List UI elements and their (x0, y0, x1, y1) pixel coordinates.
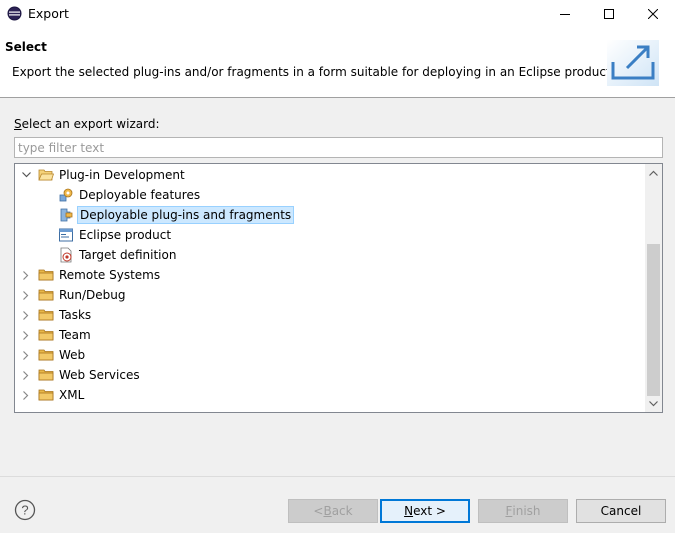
tree-item[interactable]: Deployable features (15, 185, 645, 205)
chevron-right-icon[interactable] (21, 330, 31, 340)
cancel-button[interactable]: Cancel (576, 499, 666, 523)
folder-icon (38, 367, 54, 383)
minimize-icon (560, 14, 570, 15)
title-bar: Export (0, 0, 675, 28)
chevron-right-icon[interactable] (21, 370, 31, 380)
window-title: Export (28, 6, 69, 21)
tree-item-label: Web Services (59, 368, 140, 382)
tree-item[interactable]: Run/Debug (15, 285, 645, 305)
finish-button[interactable]: Finish (478, 499, 568, 523)
plugin-icon (58, 207, 74, 223)
chevron-right-icon[interactable] (21, 290, 31, 300)
eclipse-app-icon (7, 6, 22, 21)
tree-item-label: Run/Debug (59, 288, 126, 302)
tree-item[interactable]: Team (15, 325, 645, 345)
filter-input[interactable] (14, 137, 663, 158)
chevron-right-icon[interactable] (21, 350, 31, 360)
tree-item-label: Web (59, 348, 86, 362)
tree-item[interactable]: XML (15, 385, 645, 405)
scroll-thumb[interactable] (647, 244, 660, 396)
back-button[interactable]: < Back (288, 499, 378, 523)
tree-item-label: Deployable features (79, 188, 201, 202)
tree-item[interactable]: Eclipse product (15, 225, 645, 245)
svg-text:?: ? (21, 503, 28, 518)
tree-item[interactable]: Target definition (15, 245, 645, 265)
folder-icon (38, 287, 54, 303)
maximize-icon (604, 9, 614, 19)
tree-item-label: Deployable plug-ins and fragments (77, 206, 295, 224)
folder-icon (38, 267, 54, 283)
tree-item-label: Target definition (79, 248, 177, 262)
tree-item-label: XML (59, 388, 85, 402)
tree-item[interactable]: Tasks (15, 305, 645, 325)
folder-icon (38, 347, 54, 363)
next-button[interactable]: Next > (380, 499, 470, 523)
tree-item-label: Plug-in Development (59, 168, 185, 182)
chevron-down-icon[interactable] (21, 170, 31, 180)
tree-item-label: Eclipse product (79, 228, 172, 242)
folder-icon (38, 307, 54, 323)
folder-open-icon (38, 167, 55, 183)
page-title: Select (5, 40, 47, 54)
wizard-banner: Select Export the selected plug-ins and/… (0, 28, 675, 98)
tree-item[interactable]: Deployable plug-ins and fragments (15, 205, 645, 225)
tree-item-label: Team (59, 328, 91, 342)
footer-separator (0, 476, 675, 477)
chevron-right-icon[interactable] (21, 270, 31, 280)
page-description: Export the selected plug-ins and/or frag… (12, 65, 615, 79)
vertical-scrollbar[interactable] (645, 164, 662, 412)
close-icon (648, 9, 658, 19)
maximize-button[interactable] (587, 0, 631, 28)
scroll-down-button[interactable] (645, 395, 662, 412)
folder-icon (38, 387, 54, 403)
chevron-right-icon[interactable] (21, 390, 31, 400)
tree-item[interactable]: Web (15, 345, 645, 365)
filter-label: Select an export wizard: (14, 117, 160, 131)
chevron-down-icon (649, 400, 658, 406)
close-button[interactable] (631, 0, 675, 28)
chevron-right-icon[interactable] (21, 310, 31, 320)
scroll-up-button[interactable] (645, 164, 662, 181)
target-icon (58, 247, 74, 263)
export-wizard-icon (607, 40, 659, 86)
chevron-up-icon (649, 170, 658, 176)
tree-item[interactable]: Remote Systems (15, 265, 645, 285)
wizard-tree[interactable]: Plug-in Development Deployable features De… (14, 163, 663, 413)
help-icon[interactable]: ? (14, 499, 36, 521)
tree-item-label: Remote Systems (59, 268, 161, 282)
minimize-button[interactable] (543, 0, 587, 28)
tree-item[interactable]: Web Services (15, 365, 645, 385)
tree-item-label: Tasks (59, 308, 92, 322)
feature-icon (58, 187, 74, 203)
product-icon (58, 227, 74, 243)
tree-item[interactable]: Plug-in Development (15, 165, 645, 185)
folder-icon (38, 327, 54, 343)
